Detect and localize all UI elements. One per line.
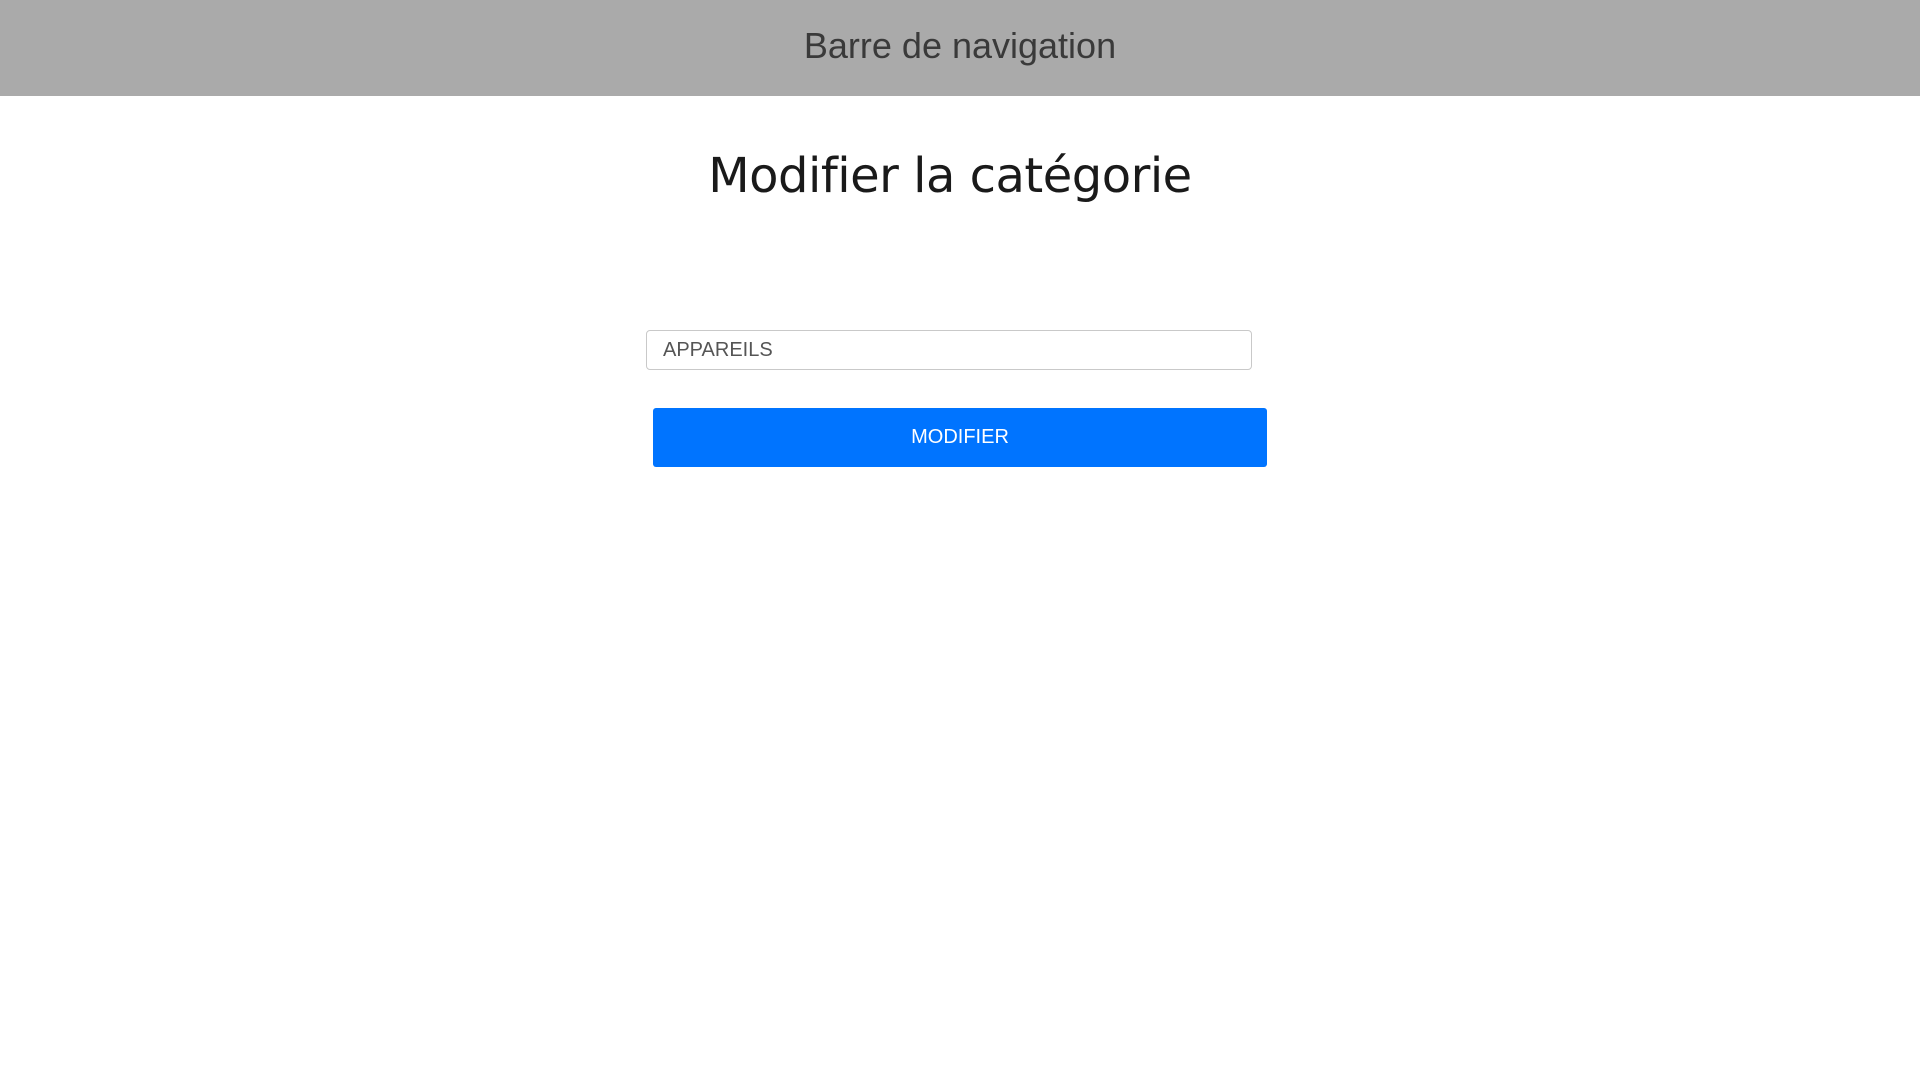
page-title: Modifier la catégorie — [708, 148, 1192, 204]
category-name-input[interactable] — [646, 330, 1252, 370]
navigation-bar-title: Barre de navigation — [803, 25, 1117, 66]
modify-button[interactable]: MODIFIER — [653, 408, 1267, 467]
navigation-bar: Barre de navigation — [0, 0, 1920, 96]
